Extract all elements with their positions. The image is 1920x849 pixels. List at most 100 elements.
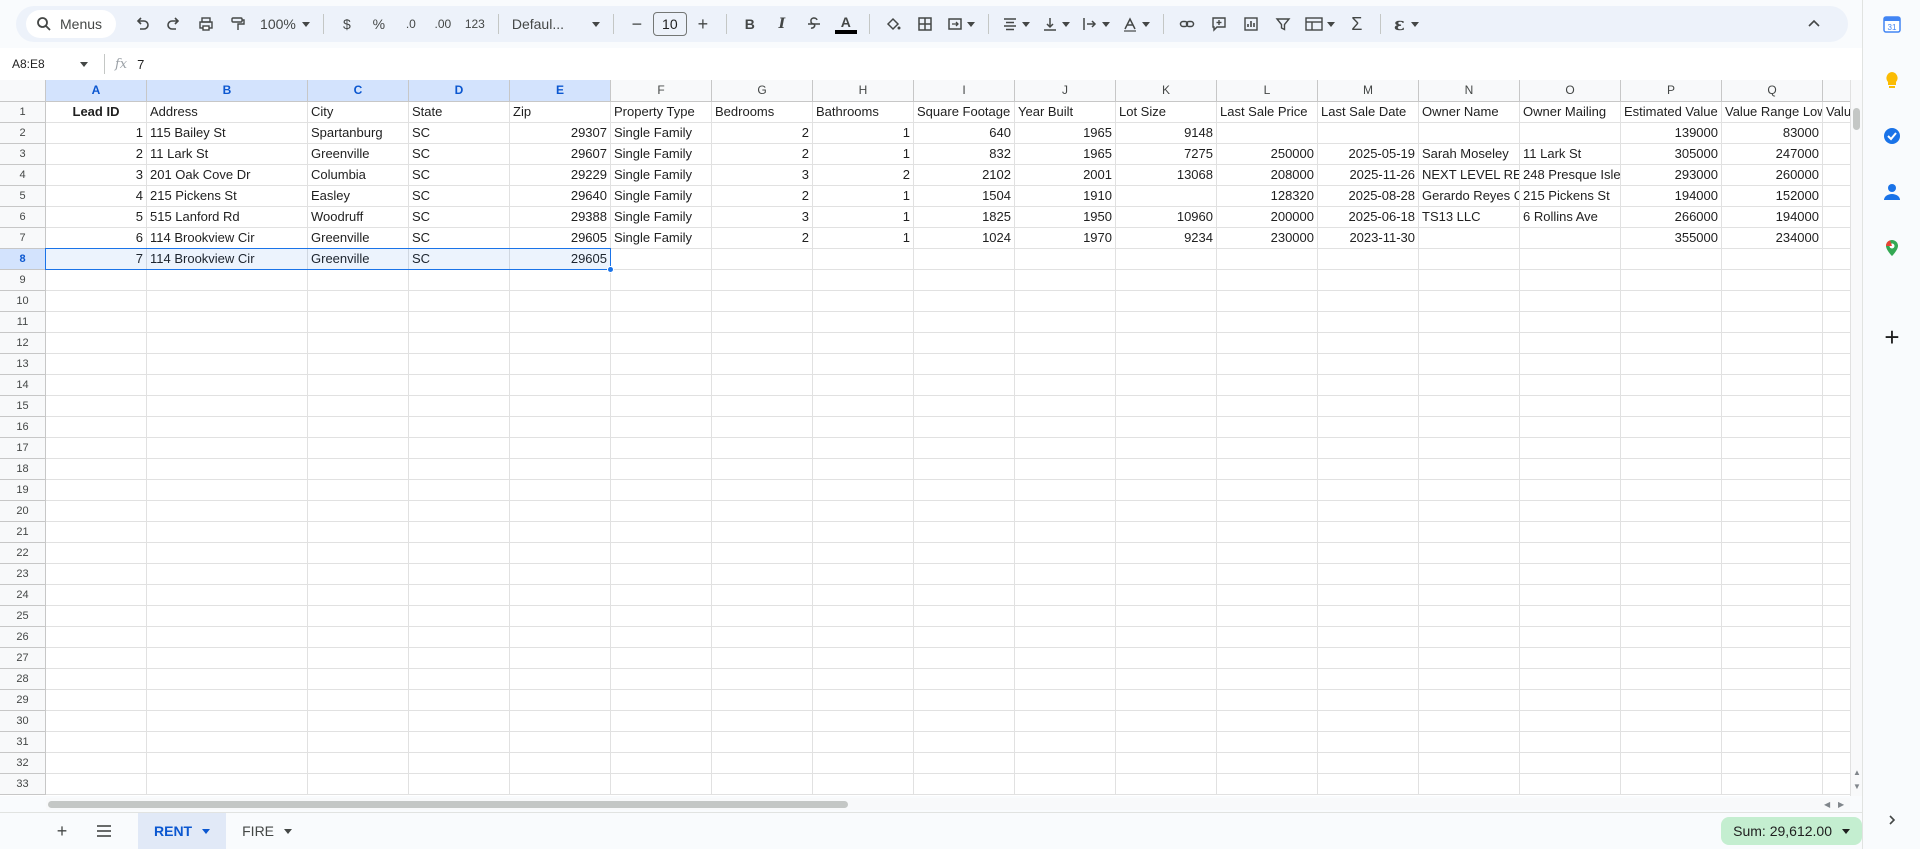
- column-header-h[interactable]: H: [813, 80, 914, 102]
- chevron-down-icon[interactable]: [202, 828, 211, 834]
- row-header-31[interactable]: 31: [0, 732, 46, 753]
- cell[interactable]: [1621, 333, 1722, 354]
- cell[interactable]: [308, 354, 409, 375]
- cell[interactable]: [914, 249, 1015, 270]
- cell[interactable]: 13068: [1116, 165, 1217, 186]
- cell[interactable]: [1318, 270, 1419, 291]
- cell[interactable]: [510, 312, 611, 333]
- cell[interactable]: [308, 543, 409, 564]
- cell[interactable]: [914, 417, 1015, 438]
- cell[interactable]: [1217, 774, 1318, 795]
- column-header-b[interactable]: B: [147, 80, 308, 102]
- cell[interactable]: [1419, 123, 1520, 144]
- cell[interactable]: [1116, 375, 1217, 396]
- cell[interactable]: 832: [914, 144, 1015, 165]
- row-header-25[interactable]: 25: [0, 606, 46, 627]
- column-header-q[interactable]: Q: [1722, 80, 1823, 102]
- cell[interactable]: [1318, 459, 1419, 480]
- font-select[interactable]: Defaul...: [506, 10, 606, 38]
- cell[interactable]: [308, 501, 409, 522]
- cell[interactable]: [409, 753, 510, 774]
- cell[interactable]: [1116, 732, 1217, 753]
- cell[interactable]: [813, 333, 914, 354]
- formula-input[interactable]: 7: [137, 57, 144, 72]
- row-header-19[interactable]: 19: [0, 480, 46, 501]
- cell[interactable]: [46, 606, 147, 627]
- cell[interactable]: [1116, 438, 1217, 459]
- cell[interactable]: [1419, 459, 1520, 480]
- cell[interactable]: 1: [813, 186, 914, 207]
- cell[interactable]: [914, 543, 1015, 564]
- cell[interactable]: [813, 564, 914, 585]
- cell[interactable]: [712, 354, 813, 375]
- cell[interactable]: [147, 501, 308, 522]
- cell[interactable]: [914, 669, 1015, 690]
- cell[interactable]: [1015, 690, 1116, 711]
- cell[interactable]: [914, 438, 1015, 459]
- cell[interactable]: [409, 396, 510, 417]
- cell[interactable]: [611, 501, 712, 522]
- cell[interactable]: [1116, 291, 1217, 312]
- cell[interactable]: [712, 480, 813, 501]
- filter-button[interactable]: [1269, 10, 1297, 38]
- cell[interactable]: [1116, 522, 1217, 543]
- cell[interactable]: [1621, 753, 1722, 774]
- cell[interactable]: [1419, 438, 1520, 459]
- cell[interactable]: [1116, 333, 1217, 354]
- cell[interactable]: [712, 543, 813, 564]
- cell[interactable]: [611, 459, 712, 480]
- cell[interactable]: [712, 396, 813, 417]
- cell[interactable]: [1217, 543, 1318, 564]
- cell[interactable]: 515 Lanford Rd: [147, 207, 308, 228]
- cell[interactable]: [1217, 690, 1318, 711]
- row-header-30[interactable]: 30: [0, 711, 46, 732]
- cell[interactable]: [1520, 333, 1621, 354]
- cell[interactable]: [147, 585, 308, 606]
- cell[interactable]: TS13 LLC: [1419, 207, 1520, 228]
- cell[interactable]: Greenville: [308, 249, 409, 270]
- column-header-k[interactable]: K: [1116, 80, 1217, 102]
- select-all-corner[interactable]: [0, 80, 46, 102]
- cell[interactable]: [1722, 396, 1823, 417]
- cell[interactable]: [813, 501, 914, 522]
- cell[interactable]: [914, 354, 1015, 375]
- cell[interactable]: [308, 711, 409, 732]
- cell[interactable]: [147, 648, 308, 669]
- cell[interactable]: [1722, 585, 1823, 606]
- cell[interactable]: [1116, 459, 1217, 480]
- cell[interactable]: [409, 375, 510, 396]
- cell[interactable]: [308, 312, 409, 333]
- column-header-p[interactable]: P: [1621, 80, 1722, 102]
- cell[interactable]: 640: [914, 123, 1015, 144]
- cell[interactable]: [1015, 627, 1116, 648]
- cell[interactable]: [1520, 228, 1621, 249]
- cell[interactable]: [1217, 249, 1318, 270]
- cell[interactable]: [1621, 711, 1722, 732]
- cell[interactable]: [813, 690, 914, 711]
- cell[interactable]: 29605: [510, 228, 611, 249]
- percent-format-button[interactable]: %: [365, 10, 393, 38]
- name-box[interactable]: A8:E8: [0, 52, 100, 76]
- cell[interactable]: [611, 480, 712, 501]
- cell[interactable]: [510, 480, 611, 501]
- cell[interactable]: 2: [712, 144, 813, 165]
- cell[interactable]: [1419, 270, 1520, 291]
- cell[interactable]: [1520, 459, 1621, 480]
- cell[interactable]: [308, 417, 409, 438]
- cell[interactable]: [510, 438, 611, 459]
- cell[interactable]: 248 Presque Isle: [1520, 165, 1621, 186]
- cell[interactable]: 114 Brookview Cir: [147, 249, 308, 270]
- header-cell[interactable]: City: [308, 102, 409, 123]
- cell[interactable]: [1621, 543, 1722, 564]
- cell[interactable]: [46, 585, 147, 606]
- cell[interactable]: [712, 648, 813, 669]
- cell[interactable]: [1419, 228, 1520, 249]
- cell[interactable]: 200000: [1217, 207, 1318, 228]
- cell[interactable]: [1318, 543, 1419, 564]
- cell[interactable]: [712, 627, 813, 648]
- cell[interactable]: [914, 522, 1015, 543]
- add-sheet-button[interactable]: +: [48, 817, 76, 845]
- cell[interactable]: [1217, 354, 1318, 375]
- cell[interactable]: [510, 669, 611, 690]
- cell[interactable]: [813, 753, 914, 774]
